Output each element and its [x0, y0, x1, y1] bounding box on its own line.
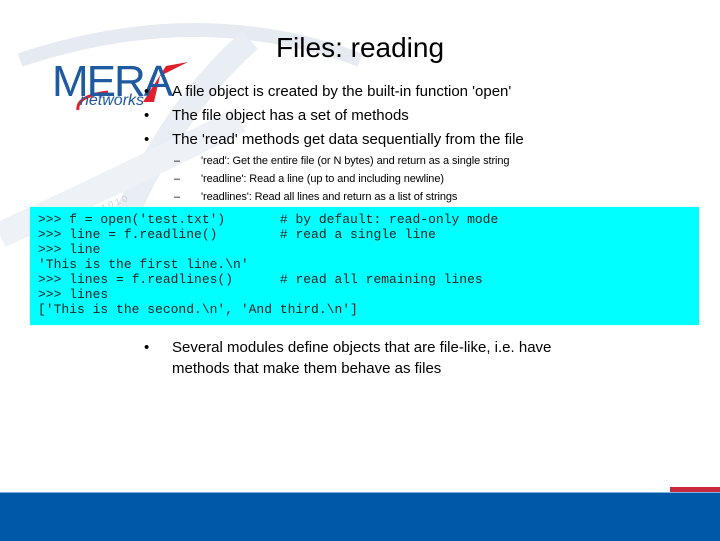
sub-bullet-text: 'readline': Read a line (up to and inclu… — [201, 173, 444, 185]
bullet-item: • The file object has a set of methods — [140, 104, 700, 128]
sub-bullet-mark: – — [174, 155, 181, 167]
code-line: >>> line — [38, 242, 101, 257]
bullet-mark: • — [144, 83, 150, 100]
bullet-list: • A file object is created by the built-… — [140, 80, 700, 206]
code-line: >>> lines — [38, 287, 109, 302]
bullet-mark: • — [144, 339, 150, 356]
sub-bullet-item: – 'readline': Read a line (up to and inc… — [140, 170, 700, 188]
code-line: 'This is the first line.\n' — [38, 257, 249, 272]
sub-bullet-mark: – — [174, 173, 181, 185]
code-line: >>> lines = f.readlines() # read all rem… — [38, 272, 483, 287]
sub-bullet-item: – 'read': Get the entire file (or N byte… — [140, 152, 700, 170]
sub-bullet-item: – 'readlines': Read all lines and return… — [140, 188, 700, 206]
bullet-text: The file object has a set of methods — [172, 107, 409, 124]
bullet-list-after-code: • Several modules define objects that ar… — [140, 337, 610, 379]
bullet-text: A file object is created by the built-in… — [172, 83, 512, 100]
bullet-mark: • — [144, 107, 150, 124]
bullet-item: • The 'read' methods get data sequential… — [140, 128, 700, 152]
sub-bullet-mark: – — [174, 191, 181, 203]
sub-bullet-text: 'readlines': Read all lines and return a… — [201, 191, 458, 203]
slide-title: Files: reading — [275, 32, 445, 63]
bullet-text: The 'read' methods get data sequentially… — [172, 131, 524, 148]
bullet-text: Several modules define objects that are … — [172, 339, 552, 377]
footer-bar — [0, 492, 720, 541]
logo-tagline-text: networks — [80, 92, 145, 109]
sub-bullet-text: 'read': Get the entire file (or N bytes)… — [201, 155, 510, 167]
code-line: >>> f = open('test.txt') # by default: r… — [38, 212, 499, 227]
code-example-box: >>> f = open('test.txt') # by default: r… — [30, 207, 699, 325]
bullet-mark: • — [144, 131, 150, 148]
bullet-item: • Several modules define objects that ar… — [140, 337, 610, 379]
bullet-item: • A file object is created by the built-… — [140, 80, 700, 104]
code-line: ['This is the second.\n', 'And third.\n'… — [38, 302, 358, 317]
code-line: >>> line = f.readline() # read a single … — [38, 227, 436, 242]
